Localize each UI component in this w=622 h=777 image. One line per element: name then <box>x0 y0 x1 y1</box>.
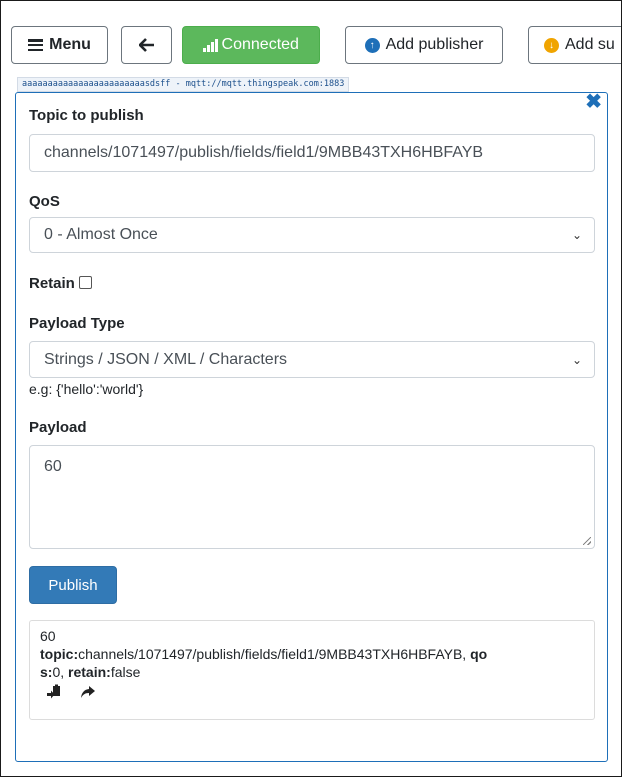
paste-icon[interactable] <box>46 684 62 700</box>
menu-icon <box>28 39 44 51</box>
payload-textarea[interactable]: 60 <box>29 445 595 549</box>
chevron-down-icon: ⌄ <box>571 352 582 367</box>
connected-button[interactable]: Connected <box>182 26 320 64</box>
qos-key-a: qo <box>470 646 488 662</box>
payload-type-select[interactable]: Strings / JSON / XML / Characters ⌄ <box>29 341 595 378</box>
qos-select[interactable]: 0 - Almost Once ⌄ <box>29 217 595 253</box>
menu-button[interactable]: Menu <box>11 26 108 64</box>
payload-type-value: Strings / JSON / XML / Characters <box>44 350 288 368</box>
message-actions <box>40 684 584 700</box>
add-subscriber-label: Add su <box>565 36 615 53</box>
add-publisher-button[interactable]: ↑ Add publisher <box>345 26 503 64</box>
topic-key: topic: <box>40 646 79 662</box>
qos-value: 0 - Almost Once <box>44 226 158 243</box>
app-window: Menu Connected ↑ Add publisher ↓ Add su … <box>0 0 622 777</box>
arrow-left-icon <box>138 38 154 52</box>
qos-key-b: s: <box>40 664 53 680</box>
publisher-panel: ✖ Topic to publish channels/1071497/publ… <box>15 92 608 762</box>
signal-icon <box>203 38 218 52</box>
topic-value: channels/1071497/publish/fields/field1/9… <box>44 144 484 161</box>
topic-input[interactable]: channels/1071497/publish/fields/field1/9… <box>29 134 595 172</box>
share-icon[interactable] <box>80 684 96 700</box>
topic-value: channels/1071497/publish/fields/field1/9… <box>78 646 471 662</box>
qos-label: QoS <box>29 193 60 210</box>
connected-label: Connected <box>221 36 299 53</box>
add-subscriber-button[interactable]: ↓ Add su <box>528 26 621 64</box>
payload-value: 60 <box>44 458 62 475</box>
published-message: 60 topic:channels/1071497/publish/fields… <box>29 620 595 720</box>
message-meta: topic:channels/1071497/publish/fields/fi… <box>40 645 584 681</box>
qos-value: 0, <box>52 664 69 680</box>
retain-key: retain: <box>68 664 111 680</box>
topic-label: Topic to publish <box>29 107 144 124</box>
message-payload: 60 <box>40 628 56 644</box>
close-icon[interactable]: ✖ <box>585 92 602 112</box>
payload-label: Payload <box>29 419 87 436</box>
add-publisher-label: Add publisher <box>385 36 484 53</box>
publish-button[interactable]: Publish <box>29 566 117 604</box>
back-button[interactable] <box>121 26 172 64</box>
retain-label: Retain <box>29 275 75 292</box>
arrow-up-circle-icon: ↑ <box>364 37 380 53</box>
resize-handle-icon[interactable] <box>583 537 591 545</box>
connection-label: aaaaaaaaaaaaaaaaaaaaaaaasdsff - mqtt://m… <box>17 77 350 92</box>
menu-label: Menu <box>49 36 91 53</box>
toolbar: Menu Connected ↑ Add publisher ↓ Add su <box>1 1 621 73</box>
payload-hint: e.g: {'hello':'world'} <box>29 381 144 397</box>
arrow-down-circle-icon: ↓ <box>544 37 559 53</box>
payload-type-label: Payload Type <box>29 315 125 332</box>
retain-row: Retain <box>29 275 92 292</box>
retain-value: false <box>110 664 141 680</box>
chevron-down-icon: ⌄ <box>571 228 582 242</box>
retain-checkbox[interactable] <box>78 276 92 289</box>
